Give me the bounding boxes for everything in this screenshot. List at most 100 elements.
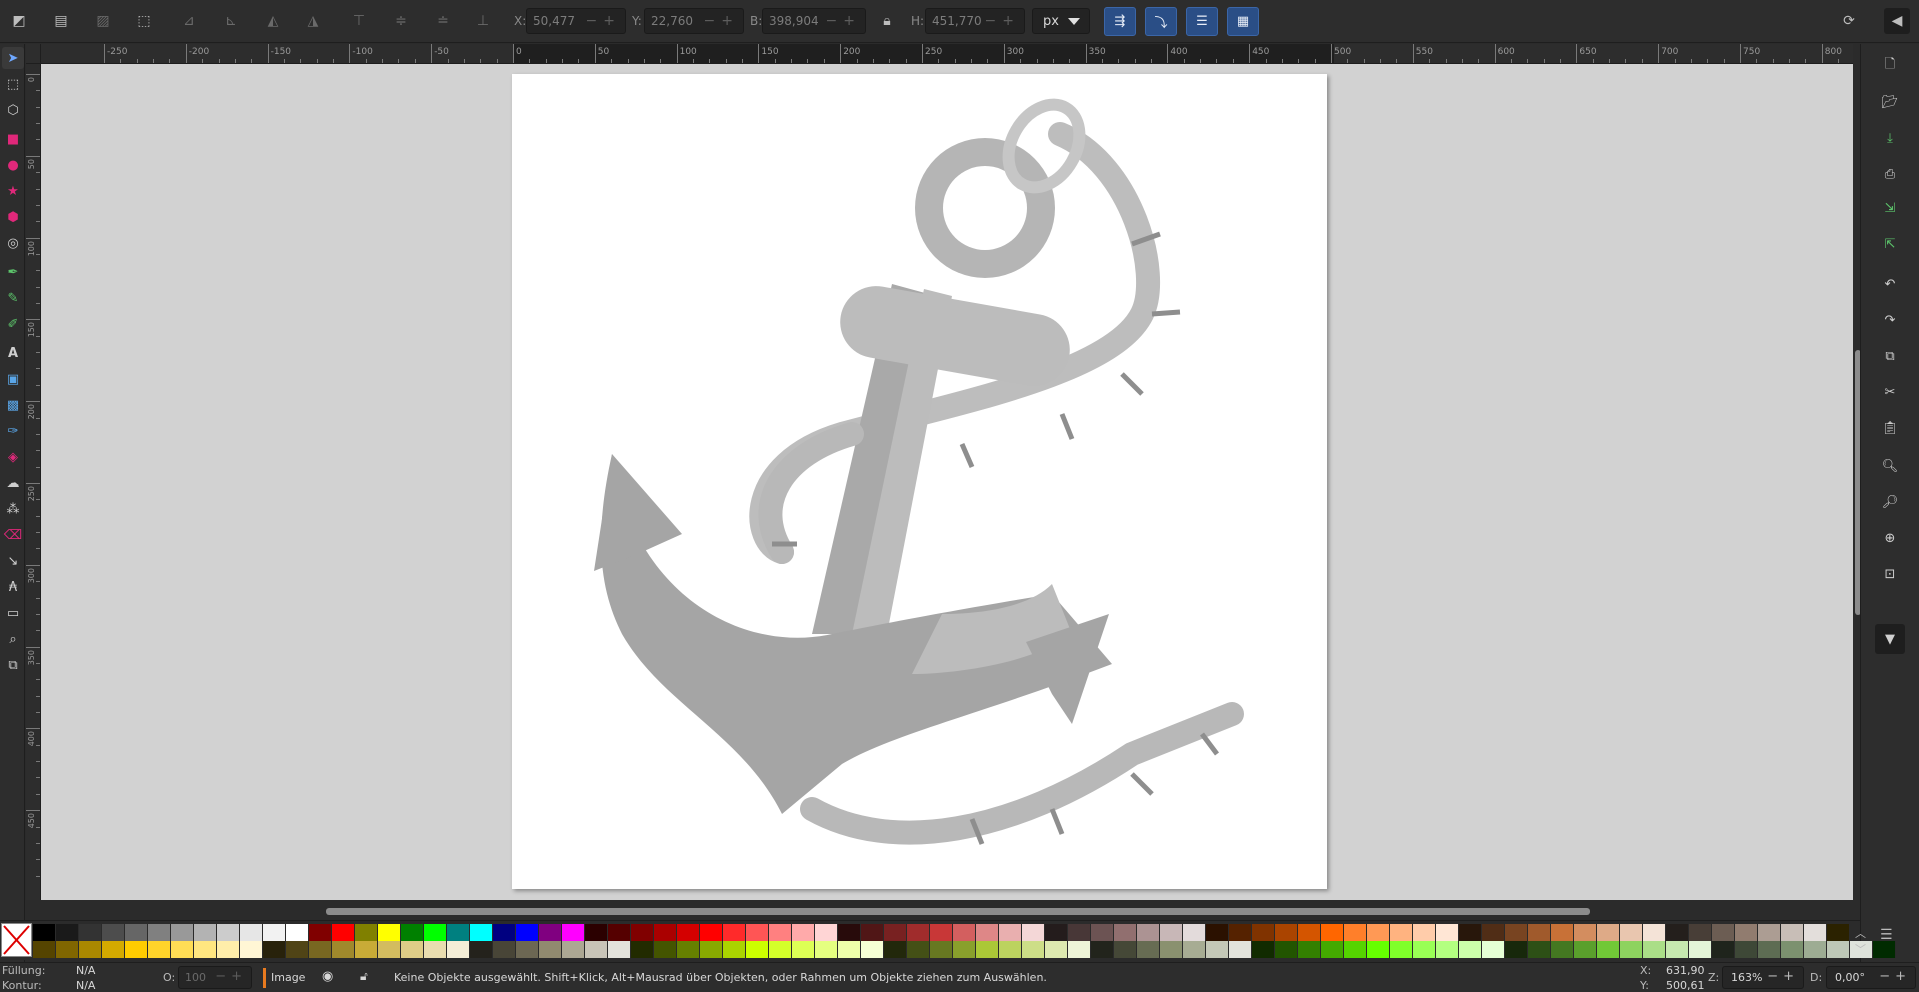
zoom-tool-icon[interactable]: ⌕ bbox=[2, 628, 24, 650]
color-swatch[interactable] bbox=[148, 924, 171, 941]
color-swatch[interactable] bbox=[470, 941, 493, 958]
paint-bucket-tool-icon[interactable]: ◈ bbox=[2, 446, 24, 468]
color-swatch[interactable] bbox=[1459, 924, 1482, 941]
palette-menu-icon[interactable]: ☰ bbox=[1880, 927, 1893, 943]
snap-toggle-icon[interactable]: ⟳ bbox=[1838, 10, 1860, 32]
cut-icon[interactable]: ✂ bbox=[1878, 380, 1902, 404]
color-swatch[interactable] bbox=[1505, 924, 1528, 941]
color-swatch[interactable] bbox=[585, 941, 608, 958]
eraser-tool-icon[interactable]: ⌫ bbox=[2, 524, 24, 546]
palette-scroll-down-icon[interactable]: ﹀ bbox=[1855, 941, 1866, 957]
color-swatch[interactable] bbox=[401, 924, 424, 941]
color-swatch[interactable] bbox=[769, 941, 792, 958]
color-swatch[interactable] bbox=[1068, 941, 1091, 958]
color-swatch[interactable] bbox=[1528, 941, 1551, 958]
collapse-left-icon[interactable]: ◀ bbox=[1884, 8, 1910, 34]
color-swatch[interactable] bbox=[1666, 924, 1689, 941]
color-swatch[interactable] bbox=[1298, 941, 1321, 958]
color-swatch[interactable] bbox=[815, 924, 838, 941]
color-swatch[interactable] bbox=[125, 924, 148, 941]
no-paint-swatch[interactable] bbox=[1, 923, 32, 957]
dropper-tool-icon[interactable]: ✑ bbox=[2, 420, 24, 442]
more-commands-icon[interactable]: ▼ bbox=[1875, 624, 1905, 654]
color-swatch[interactable] bbox=[1068, 924, 1091, 941]
select-all-layers-icon[interactable]: ▤ bbox=[50, 10, 72, 32]
color-swatch[interactable] bbox=[1252, 941, 1275, 958]
width-input[interactable]: 398,904 −+ bbox=[762, 8, 866, 34]
selector-tool-icon[interactable]: ➤ bbox=[2, 47, 24, 69]
color-swatch[interactable] bbox=[1574, 941, 1597, 958]
color-swatch[interactable] bbox=[1781, 924, 1804, 941]
flip-vertical-icon[interactable]: ◮ bbox=[302, 10, 324, 32]
color-swatch[interactable] bbox=[1160, 941, 1183, 958]
rotate-cw-icon[interactable]: ⊾ bbox=[220, 10, 242, 32]
open-document-icon[interactable]: 📂︎ bbox=[1878, 90, 1902, 114]
color-swatch[interactable] bbox=[1689, 941, 1712, 958]
color-swatch[interactable] bbox=[723, 924, 746, 941]
color-swatch[interactable] bbox=[677, 941, 700, 958]
scale-stroke-button[interactable]: ⇶ bbox=[1104, 7, 1136, 36]
color-swatch[interactable] bbox=[562, 924, 585, 941]
color-swatch[interactable] bbox=[217, 941, 240, 958]
rotation-stepper-icon[interactable]: −+ bbox=[1879, 969, 1911, 984]
color-swatch[interactable] bbox=[56, 924, 79, 941]
color-swatch[interactable] bbox=[1758, 924, 1781, 941]
color-swatch[interactable] bbox=[861, 941, 884, 958]
color-swatch[interactable] bbox=[355, 941, 378, 958]
ruler-vertical[interactable]: 0 50 100 150 200 250 300 350 400 450 bbox=[26, 64, 41, 900]
color-swatch[interactable] bbox=[746, 941, 769, 958]
color-swatch[interactable] bbox=[263, 924, 286, 941]
color-swatch[interactable] bbox=[1137, 941, 1160, 958]
palette-scroll-up-icon[interactable]: ︿ bbox=[1855, 925, 1866, 941]
color-swatch[interactable] bbox=[1344, 941, 1367, 958]
color-swatch[interactable] bbox=[1183, 941, 1206, 958]
color-swatch[interactable] bbox=[33, 941, 56, 958]
color-swatch[interactable] bbox=[1367, 924, 1390, 941]
color-swatch[interactable] bbox=[1252, 924, 1275, 941]
color-swatch[interactable] bbox=[953, 941, 976, 958]
color-swatch[interactable] bbox=[1367, 941, 1390, 958]
color-swatch[interactable] bbox=[585, 924, 608, 941]
color-swatch[interactable] bbox=[1390, 924, 1413, 941]
pencil-tool-icon[interactable]: ✎ bbox=[2, 287, 24, 309]
color-swatch[interactable] bbox=[493, 941, 516, 958]
color-swatch[interactable] bbox=[1275, 924, 1298, 941]
zoom-stepper-icon[interactable]: −+ bbox=[1767, 969, 1799, 984]
color-swatch[interactable] bbox=[1436, 924, 1459, 941]
rotate-ccw-icon[interactable]: ⊿ bbox=[178, 10, 200, 32]
save-document-icon[interactable]: ⤓ bbox=[1878, 126, 1902, 150]
layer-lock-icon[interactable]: 🔓︎ bbox=[360, 969, 368, 984]
color-swatch[interactable] bbox=[1505, 941, 1528, 958]
color-swatch[interactable] bbox=[861, 924, 884, 941]
color-swatch[interactable] bbox=[1735, 941, 1758, 958]
color-swatch[interactable] bbox=[539, 924, 562, 941]
color-swatch[interactable] bbox=[1229, 924, 1252, 941]
y-input[interactable]: 22,760 −+ bbox=[644, 8, 744, 34]
zoom-input[interactable]: 163% −+ bbox=[1722, 966, 1804, 989]
color-swatch[interactable] bbox=[792, 941, 815, 958]
color-swatch[interactable] bbox=[769, 924, 792, 941]
spray-tool-icon[interactable]: ⁂ bbox=[2, 498, 24, 520]
color-swatch[interactable] bbox=[608, 941, 631, 958]
color-swatch[interactable] bbox=[1344, 924, 1367, 941]
select-same-icon[interactable]: ⬚ bbox=[133, 10, 155, 32]
color-swatch[interactable] bbox=[700, 924, 723, 941]
layer-name[interactable]: Image bbox=[271, 971, 305, 984]
x-input[interactable]: 50,477 −+ bbox=[526, 8, 626, 34]
transform-gradients-button[interactable]: ☰ bbox=[1186, 7, 1218, 36]
color-swatch[interactable] bbox=[1436, 941, 1459, 958]
export-icon[interactable]: ⇱ bbox=[1878, 232, 1902, 256]
color-swatch[interactable] bbox=[447, 924, 470, 941]
color-swatch[interactable] bbox=[1597, 924, 1620, 941]
tweak-paint-tool-icon[interactable]: ☁ bbox=[2, 472, 24, 494]
color-swatch[interactable] bbox=[1597, 941, 1620, 958]
color-swatch[interactable] bbox=[309, 924, 332, 941]
color-swatch[interactable] bbox=[424, 941, 447, 958]
import-icon[interactable]: ⇲ bbox=[1878, 196, 1902, 220]
color-swatch[interactable] bbox=[447, 941, 470, 958]
color-swatch[interactable] bbox=[332, 924, 355, 941]
document-page[interactable] bbox=[512, 74, 1327, 889]
color-swatch[interactable] bbox=[378, 924, 401, 941]
color-swatch[interactable] bbox=[562, 941, 585, 958]
color-swatch[interactable] bbox=[1620, 941, 1643, 958]
